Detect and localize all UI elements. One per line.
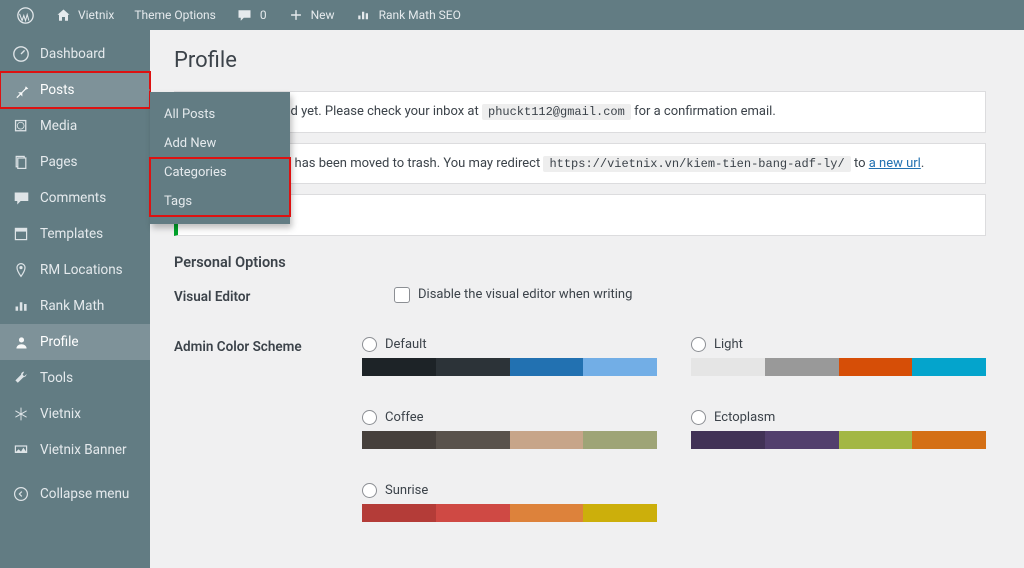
- sidebar-item-label: Pages: [40, 154, 78, 170]
- swatches-default: [362, 358, 657, 376]
- sidebar-item-vietnix-banner[interactable]: Vietnix Banner: [0, 432, 150, 468]
- scheme-sunrise: Sunrise: [362, 483, 657, 522]
- site-name: Vietnix: [78, 8, 114, 22]
- notice-redirect: sly published post has been moved to tra…: [174, 143, 986, 185]
- label-color-scheme: Admin Color Scheme: [174, 337, 362, 355]
- tools-icon: [12, 369, 30, 387]
- dashboard-icon: [12, 45, 30, 63]
- comments-link[interactable]: 0: [228, 0, 275, 30]
- radio-icon: [691, 337, 706, 352]
- swatches-coffee: [362, 431, 657, 449]
- scheme-light: Light: [691, 337, 986, 376]
- page-title: Profile: [174, 48, 986, 73]
- redirect-url-code: https://vietnix.vn/kiem-tien-bang-adf-ly…: [543, 156, 850, 172]
- pin-icon: [12, 81, 30, 99]
- sidebar-item-pages[interactable]: Pages: [0, 144, 150, 180]
- sidebar-item-label: Collapse menu: [40, 486, 129, 502]
- wp-logo[interactable]: [8, 0, 42, 30]
- sidebar-item-label: RM Locations: [40, 262, 123, 278]
- site-home-link[interactable]: Vietnix: [46, 0, 122, 30]
- swatches-ectoplasm: [691, 431, 986, 449]
- sidebar-item-templates[interactable]: Templates: [0, 216, 150, 252]
- home-icon: [54, 6, 72, 24]
- email-code: phuckt112@gmail.com: [482, 104, 631, 120]
- sidebar-item-label: Tools: [40, 370, 73, 386]
- radio-icon: [362, 337, 377, 352]
- sidebar-item-posts[interactable]: Posts: [0, 72, 150, 108]
- sidebar-item-dashboard[interactable]: Dashboard: [0, 36, 150, 72]
- admin-sidebar: Dashboard Posts Media Pages Comments Tem…: [0, 30, 150, 568]
- sidebar-item-label: Templates: [40, 226, 103, 242]
- sidebar-item-label: Posts: [40, 82, 74, 98]
- sidebar-item-profile[interactable]: Profile: [0, 324, 150, 360]
- sidebar-item-label: Comments: [40, 190, 106, 206]
- sidebar-item-collapse[interactable]: Collapse menu: [0, 476, 150, 512]
- theme-options-link[interactable]: Theme Options: [126, 0, 224, 30]
- sidebar-item-rm-locations[interactable]: RM Locations: [0, 252, 150, 288]
- media-icon: [12, 117, 30, 135]
- label-visual-editor: Visual Editor: [174, 287, 394, 305]
- rank-math-topbar[interactable]: Rank Math SEO: [347, 0, 469, 30]
- sidebar-item-label: Media: [40, 118, 77, 134]
- scheme-ectoplasm: Ectoplasm: [691, 410, 986, 449]
- sidebar-item-label: Profile: [40, 334, 79, 350]
- submenu-item-all-posts[interactable]: All Posts: [150, 100, 290, 129]
- rank-math-icon: [12, 297, 30, 315]
- radio-sunrise[interactable]: Sunrise: [362, 483, 657, 498]
- templates-icon: [12, 225, 30, 243]
- chart-icon: [355, 6, 373, 24]
- scheme-default: Default: [362, 337, 657, 376]
- radio-ectoplasm[interactable]: Ectoplasm: [691, 410, 986, 425]
- sidebar-item-rank-math[interactable]: Rank Math: [0, 288, 150, 324]
- section-personal-options: Personal Options: [174, 254, 986, 271]
- location-icon: [12, 261, 30, 279]
- sidebar-item-label: Rank Math: [40, 298, 104, 314]
- checkbox-visual-editor[interactable]: Disable the visual editor when writing: [394, 287, 986, 303]
- sidebar-item-comments[interactable]: Comments: [0, 180, 150, 216]
- submenu-item-categories[interactable]: Categories: [150, 158, 290, 187]
- radio-icon: [691, 410, 706, 425]
- row-visual-editor: Visual Editor Disable the visual editor …: [174, 287, 986, 305]
- sidebar-item-label: Dashboard: [40, 46, 105, 62]
- comments-icon: [12, 189, 30, 207]
- checkbox-icon: [394, 287, 410, 303]
- snowflake-icon: [12, 405, 30, 423]
- sidebar-item-vietnix[interactable]: Vietnix: [0, 396, 150, 432]
- posts-submenu: All Posts Add New Categories Tags: [150, 92, 290, 224]
- scheme-coffee: Coffee: [362, 410, 657, 449]
- notice-email: s not been updated yet. Please check you…: [174, 91, 986, 133]
- sidebar-item-label: Vietnix: [40, 406, 81, 422]
- radio-icon: [362, 410, 377, 425]
- new-content-link[interactable]: New: [279, 0, 343, 30]
- radio-coffee[interactable]: Coffee: [362, 410, 657, 425]
- radio-light[interactable]: Light: [691, 337, 986, 352]
- submenu-item-add-new[interactable]: Add New: [150, 129, 290, 158]
- comment-icon: [236, 6, 254, 24]
- sidebar-item-tools[interactable]: Tools: [0, 360, 150, 396]
- swatches-sunrise: [362, 504, 657, 522]
- banner-icon: [12, 441, 30, 459]
- new-url-link[interactable]: a new url: [869, 156, 921, 171]
- pages-icon: [12, 153, 30, 171]
- wordpress-icon: [16, 6, 34, 24]
- plus-icon: [287, 6, 305, 24]
- notice-updated: Profile updated.: [174, 194, 986, 236]
- swatches-light: [691, 358, 986, 376]
- row-color-scheme: Admin Color Scheme Default Light Coffee: [174, 337, 986, 522]
- radio-icon: [362, 483, 377, 498]
- collapse-icon: [12, 485, 30, 503]
- sidebar-item-label: Vietnix Banner: [40, 442, 127, 458]
- submenu-item-tags[interactable]: Tags: [150, 187, 290, 216]
- admin-topbar: Vietnix Theme Options 0 New Rank Math SE…: [0, 0, 1024, 30]
- radio-default[interactable]: Default: [362, 337, 657, 352]
- profile-icon: [12, 333, 30, 351]
- sidebar-item-media[interactable]: Media: [0, 108, 150, 144]
